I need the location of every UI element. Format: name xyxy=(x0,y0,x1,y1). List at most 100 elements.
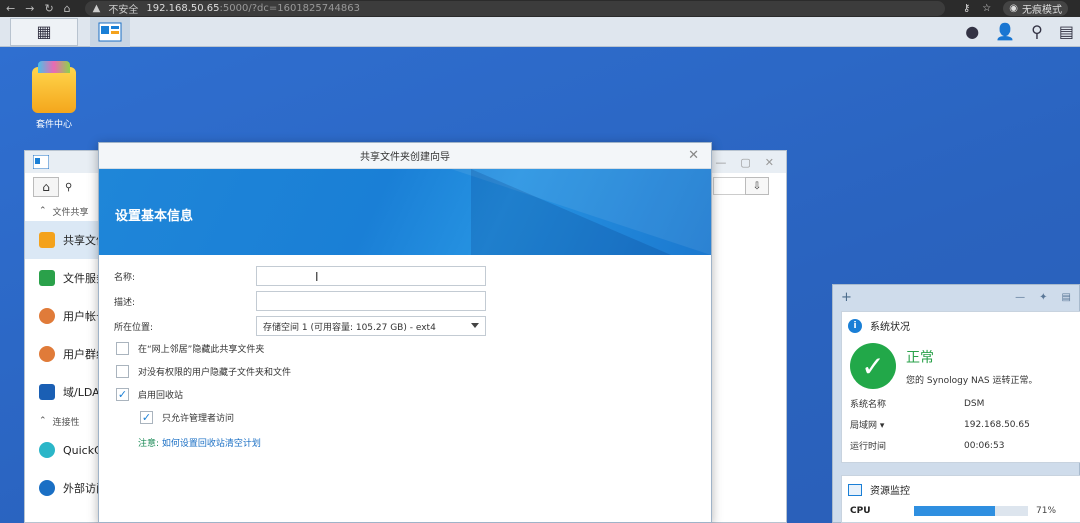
widget-panel: + — ✦ ▤ i 系统状况 ✓ 正常 您的 Synology NAS 运转正常。… xyxy=(832,284,1080,523)
chat-icon[interactable]: ● xyxy=(965,22,979,41)
main-menu-button[interactable]: ▦ xyxy=(10,17,78,46)
grid-icon: ▦ xyxy=(36,22,52,41)
location-select[interactable]: 存储空间 1 (可用容量: 105.27 GB) - ext4 xyxy=(256,316,486,336)
control-panel-icon xyxy=(33,155,49,169)
home-icon[interactable]: ⌂ xyxy=(64,2,71,15)
status-text: 正常 xyxy=(906,349,934,366)
widgets-icon[interactable]: ▤ xyxy=(1062,292,1071,303)
sidebar-item-label: 用户群组 xyxy=(63,348,101,361)
reload-icon[interactable]: ↻ xyxy=(44,2,53,15)
star-icon[interactable]: ☆ xyxy=(982,3,991,14)
info-key: 局域网 ▾ xyxy=(850,421,885,431)
sidebar-item-label: QuickConnect xyxy=(63,443,101,457)
back-icon[interactable]: ← xyxy=(6,2,15,15)
check-icon: ✓ xyxy=(141,411,152,424)
location-row: 所在位置: 存储空间 1 (可用容量: 105.27 GB) - ext4 xyxy=(114,316,486,336)
info-row: 运行时间 00:06:53 xyxy=(842,435,1080,456)
incognito-badge[interactable]: ◉ 无痕模式 xyxy=(1003,1,1068,16)
user-icon xyxy=(39,308,55,324)
checkbox[interactable] xyxy=(116,342,129,355)
minimize-icon[interactable]: — xyxy=(1015,292,1025,303)
recycle-schedule-link[interactable]: 如何设置回收站清空计划 xyxy=(162,439,261,449)
description-input[interactable] xyxy=(256,291,486,311)
checkbox-checked[interactable]: ✓ xyxy=(116,388,129,401)
sidebar-item-groups[interactable]: 用户群组 xyxy=(25,335,101,373)
address-bar[interactable]: ▲ 不安全 192.168.50.65:5000/?dc=16018257448… xyxy=(84,1,945,16)
quickconnect-icon xyxy=(39,442,55,458)
group-icon xyxy=(39,346,55,362)
info-key: 运行时间 xyxy=(850,442,887,452)
search-icon[interactable]: ⚲ xyxy=(1031,22,1043,41)
info-row[interactable]: 局域网 ▾ 192.168.50.65 xyxy=(842,414,1080,435)
search-icon[interactable]: ⚲ xyxy=(65,182,72,193)
close-icon[interactable]: ✕ xyxy=(765,156,774,169)
info-value: DSM xyxy=(964,398,985,409)
package-center-icon xyxy=(32,61,76,113)
location-label: 所在位置: xyxy=(114,322,154,333)
sidebar-item-users[interactable]: 用户帐号 xyxy=(25,297,101,335)
system-health-card: i 系统状况 ✓ 正常 您的 Synology NAS 运转正常。 系统名称 DSM… xyxy=(841,311,1080,463)
wizard-titlebar[interactable]: 共享文件夹创建向导 ✕ xyxy=(99,143,711,169)
incognito-icon: ◉ xyxy=(1009,3,1018,14)
maximize-icon[interactable]: ▢ xyxy=(740,156,750,169)
name-input[interactable] xyxy=(256,266,486,286)
pin-icon[interactable]: ✦ xyxy=(1039,292,1047,303)
cpu-bar-fill xyxy=(914,506,995,516)
wizard-title: 共享文件夹创建向导 xyxy=(360,152,450,163)
sort-button[interactable]: ⇩ xyxy=(745,177,769,195)
add-widget-icon[interactable]: + xyxy=(841,290,852,305)
section-label: 连接性 xyxy=(52,417,80,428)
card-title: 资源监控 xyxy=(870,486,910,497)
note-label: 注意: xyxy=(138,439,160,449)
option-label: 在“网上邻居”隐藏此共享文件夹 xyxy=(138,345,265,355)
control-panel-icon xyxy=(98,22,122,41)
option-admin-only[interactable]: ✓ 只允许管理者访问 xyxy=(140,411,234,424)
cpu-percent: 71% xyxy=(1036,506,1057,516)
warning-icon: ▲ xyxy=(92,3,101,14)
cpu-label: CPU xyxy=(850,506,871,516)
sidebar-item-label: 外部访问 xyxy=(63,482,101,495)
sort-icon: ⇩ xyxy=(752,180,762,192)
check-circle-icon: ✓ xyxy=(850,343,896,389)
checkbox-checked[interactable]: ✓ xyxy=(140,411,153,424)
forward-icon[interactable]: → xyxy=(25,2,34,15)
sidebar-item-label: 域/LDAP xyxy=(63,386,101,399)
file-services-icon xyxy=(39,270,55,286)
incognito-label: 无痕模式 xyxy=(1022,5,1062,16)
option-enable-recycle-bin[interactable]: ✓ 启用回收站 xyxy=(116,388,183,401)
dsm-taskbar: ▦ ● 👤 ⚲ ▤ xyxy=(0,16,1080,47)
sidebar-item-external-access[interactable]: 外部访问 xyxy=(25,469,101,507)
close-icon[interactable]: ✕ xyxy=(688,148,699,163)
section-header[interactable]: ⌃ 文件共享 xyxy=(25,201,101,221)
home-button[interactable]: ⌂ xyxy=(33,177,59,197)
option-hide-network[interactable]: 在“网上邻居”隐藏此共享文件夹 xyxy=(116,342,264,355)
sidebar-item-quickconnect[interactable]: QuickConnect xyxy=(25,431,101,469)
key-icon[interactable]: ⚷ xyxy=(963,3,970,14)
option-hide-subfolders[interactable]: 对没有权限的用户隐藏子文件夹和文件 xyxy=(116,365,291,378)
insecure-label: 不安全 xyxy=(108,5,139,16)
checkbox[interactable] xyxy=(116,365,129,378)
sidebar-item-label: 用户帐号 xyxy=(63,310,101,323)
desktop-icon-package-center[interactable]: 套件中心 xyxy=(30,61,78,130)
chevron-up-icon: ⌃ xyxy=(39,416,47,426)
search-input[interactable] xyxy=(713,177,747,195)
text-cursor-icon: I xyxy=(315,270,319,284)
sidebar-item-domain[interactable]: 域/LDAP xyxy=(25,373,101,411)
info-value: 192.168.50.65 xyxy=(964,419,1030,430)
widgets-icon[interactable]: ▤ xyxy=(1059,22,1074,41)
sidebar-item-label: 共享文件夹 xyxy=(63,234,101,247)
card-title: 系统状况 xyxy=(870,322,910,333)
url-rest: :5000/?dc=1601825744863 xyxy=(219,3,360,14)
sidebar-item-file-services[interactable]: 文件服务 xyxy=(25,259,101,297)
section-header[interactable]: ⌃ 连接性 xyxy=(25,411,101,431)
option-label: 启用回收站 xyxy=(138,391,184,401)
wizard-heading: 设置基本信息 xyxy=(115,209,194,224)
sidebar-item-shared-folder[interactable]: 共享文件夹 xyxy=(25,221,101,259)
info-value: 00:06:53 xyxy=(964,440,1005,451)
domain-icon xyxy=(39,384,55,400)
taskbar-control-panel[interactable] xyxy=(90,16,130,47)
user-icon[interactable]: 👤 xyxy=(995,22,1015,41)
option-label: 对没有权限的用户隐藏子文件夹和文件 xyxy=(138,368,292,378)
minimize-icon[interactable]: — xyxy=(715,156,726,169)
description-row: 描述: xyxy=(114,291,486,311)
